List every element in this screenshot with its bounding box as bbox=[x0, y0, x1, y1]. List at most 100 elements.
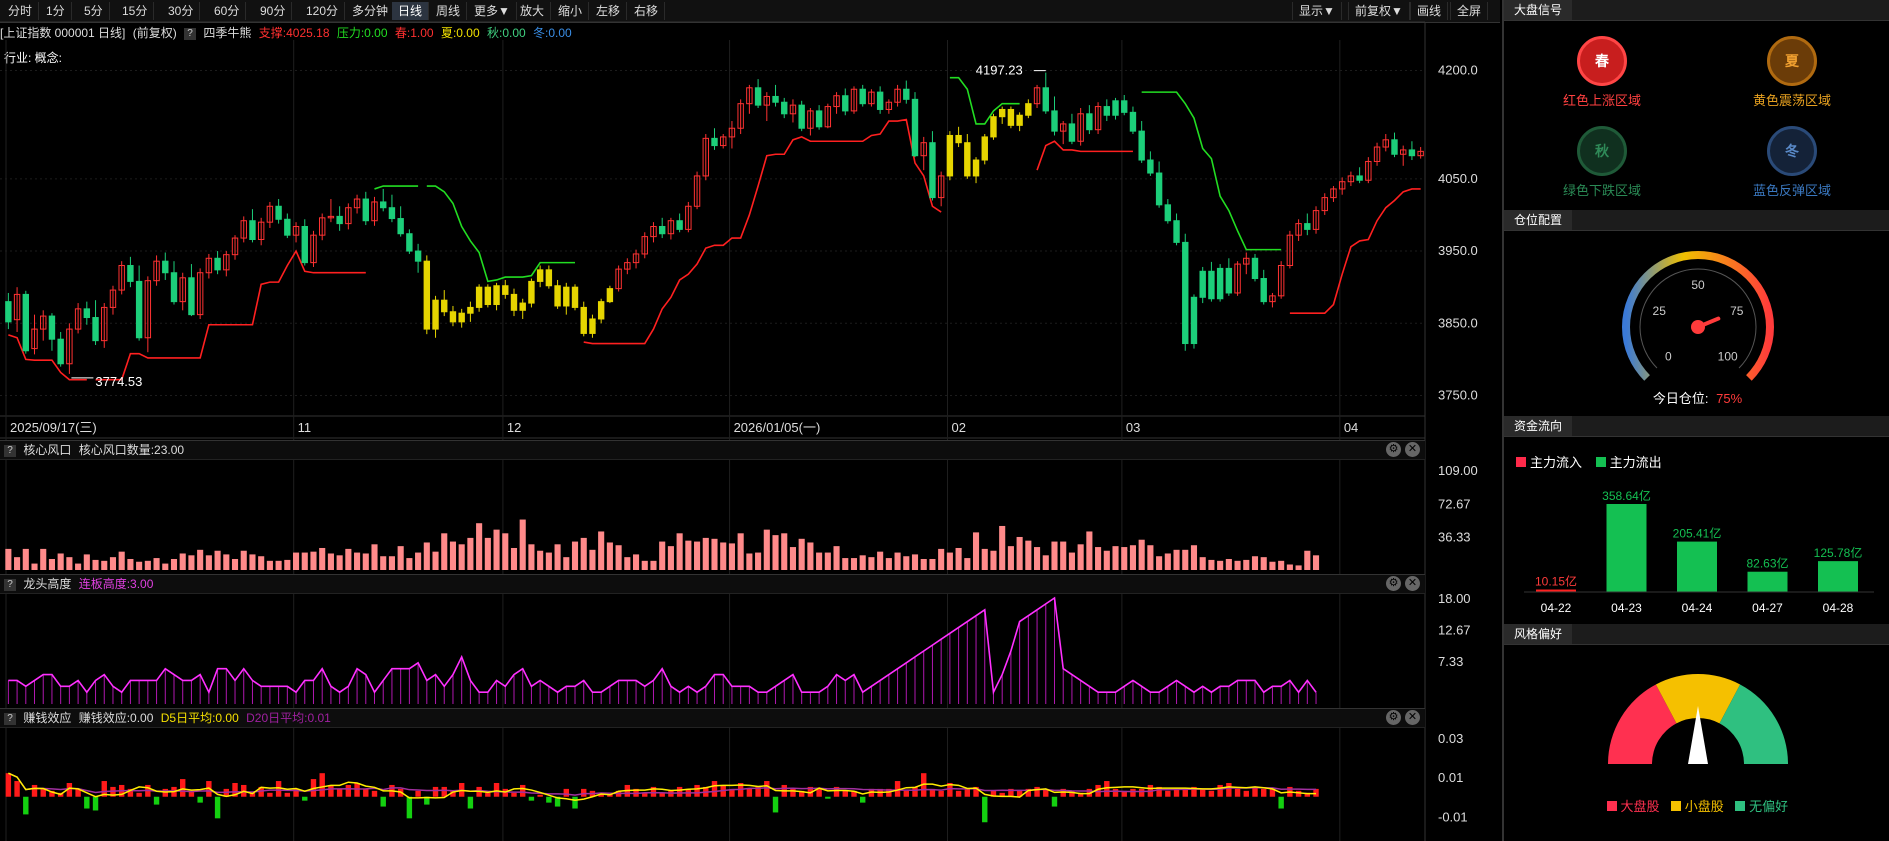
flow-date-label: 04-22 bbox=[1541, 601, 1572, 615]
core-bar bbox=[1243, 559, 1250, 570]
panel-dragon-value: 连板高度:3.00 bbox=[78, 577, 154, 591]
flow-value-label: 125.78亿 bbox=[1814, 545, 1863, 560]
candle-body bbox=[1408, 149, 1416, 157]
candle-body bbox=[1182, 241, 1189, 345]
candle-body bbox=[545, 269, 553, 287]
x-tick-label: 12 bbox=[507, 420, 521, 435]
core-bar bbox=[1060, 541, 1067, 570]
candle-body bbox=[990, 116, 997, 138]
core-bar bbox=[1304, 550, 1311, 570]
core-bar bbox=[676, 533, 683, 570]
help-icon[interactable]: ? bbox=[4, 578, 16, 591]
style-gauge bbox=[1608, 674, 1788, 764]
money-bar bbox=[520, 784, 526, 797]
candle-body bbox=[964, 142, 971, 177]
money-bar bbox=[1165, 790, 1171, 797]
core-bar bbox=[877, 551, 884, 570]
money-bar bbox=[859, 796, 866, 803]
money-bar bbox=[528, 796, 535, 801]
money-bar bbox=[162, 788, 168, 797]
money-bar bbox=[842, 790, 848, 797]
core-bar bbox=[223, 554, 230, 570]
candle-body bbox=[336, 215, 343, 225]
core-bar bbox=[545, 552, 552, 570]
candle-body bbox=[1007, 108, 1015, 126]
money-bar bbox=[537, 794, 543, 797]
season-autumn[interactable]: 秋 绿色下跌区域 bbox=[1542, 126, 1662, 199]
core-bar bbox=[266, 560, 273, 570]
candle-body bbox=[214, 257, 221, 271]
core-bar bbox=[31, 563, 38, 570]
core-bar bbox=[981, 548, 988, 570]
candle-body bbox=[432, 299, 439, 330]
money-bar bbox=[31, 784, 38, 797]
money-bar bbox=[1234, 788, 1241, 797]
core-bar bbox=[528, 544, 535, 570]
close-icon[interactable]: ✕ bbox=[1405, 710, 1420, 725]
core-y-tick: 109.00 bbox=[1438, 463, 1478, 478]
core-bar bbox=[231, 558, 239, 570]
money-bar bbox=[406, 796, 413, 819]
candle-body bbox=[580, 306, 587, 334]
x-tick-label: 2025/09/17(三) bbox=[10, 420, 97, 435]
money-bar bbox=[371, 790, 378, 797]
core-bar bbox=[641, 560, 648, 570]
settings-gear-icon[interactable]: ⚙ bbox=[1386, 576, 1401, 591]
money-bar bbox=[1034, 786, 1040, 797]
candle-body bbox=[571, 286, 579, 308]
core-bar bbox=[144, 560, 151, 570]
season-summer[interactable]: 夏 黄色震荡区域 bbox=[1732, 36, 1852, 109]
money-bar bbox=[676, 786, 683, 797]
flow-in-swatch bbox=[1516, 457, 1526, 467]
core-bar bbox=[118, 551, 125, 570]
candle-body bbox=[554, 285, 561, 307]
gauge-tick-label: 75 bbox=[1730, 304, 1744, 318]
season-spring-label: 红色上涨区域 bbox=[1562, 93, 1641, 108]
candle-body bbox=[536, 269, 544, 282]
money-bar bbox=[5, 773, 12, 797]
close-icon[interactable]: ✕ bbox=[1405, 442, 1420, 457]
core-bar bbox=[197, 549, 204, 570]
money-bar bbox=[267, 792, 273, 797]
money-bar bbox=[302, 796, 308, 801]
candle-body bbox=[510, 293, 518, 311]
core-bar bbox=[336, 555, 343, 570]
help-icon[interactable]: ? bbox=[4, 712, 16, 725]
y-tick-label: 3850.0 bbox=[1438, 315, 1478, 330]
core-bar bbox=[606, 542, 613, 570]
y-tick-label: 4050.0 bbox=[1438, 171, 1478, 186]
candle-body bbox=[876, 91, 884, 110]
industry-label: 行业: 概念: bbox=[4, 50, 62, 65]
panel-money-value: 赚钱效应:0.00 bbox=[78, 711, 154, 725]
help-icon[interactable]: ? bbox=[4, 444, 16, 457]
core-bar bbox=[432, 551, 439, 570]
candle-body bbox=[597, 301, 605, 320]
core-bar bbox=[258, 556, 265, 570]
flow-header: 资金流向 bbox=[1504, 416, 1889, 437]
money-bar bbox=[1138, 788, 1145, 797]
settings-gear-icon[interactable]: ⚙ bbox=[1386, 710, 1401, 725]
core-bar bbox=[1182, 549, 1189, 570]
core-bar bbox=[1034, 547, 1041, 570]
money-bar bbox=[180, 779, 186, 797]
candle-body bbox=[362, 198, 369, 222]
core-bar bbox=[467, 537, 474, 570]
money-bar bbox=[92, 796, 99, 811]
money-bar bbox=[328, 784, 334, 797]
candle-body bbox=[606, 288, 614, 303]
pressure-line bbox=[1141, 91, 1282, 251]
core-bar bbox=[284, 559, 291, 570]
signal-title: 大盘信号 bbox=[1504, 0, 1573, 20]
core-bar bbox=[275, 560, 282, 570]
core-bar bbox=[57, 553, 64, 570]
season-spring[interactable]: 春 红色上涨区域 bbox=[1542, 36, 1662, 109]
flow-date-label: 04-24 bbox=[1682, 601, 1713, 615]
money-bar bbox=[1278, 796, 1284, 809]
candle-body bbox=[92, 317, 99, 342]
close-icon[interactable]: ✕ bbox=[1405, 576, 1420, 591]
settings-gear-icon[interactable]: ⚙ bbox=[1386, 442, 1401, 457]
money-bar bbox=[84, 796, 90, 809]
season-winter[interactable]: 冬 蓝色反弹区域 bbox=[1732, 126, 1852, 199]
panel-money-d20: D20日平均:0.01 bbox=[246, 711, 331, 725]
style-header: 风格偏好 bbox=[1504, 624, 1889, 645]
